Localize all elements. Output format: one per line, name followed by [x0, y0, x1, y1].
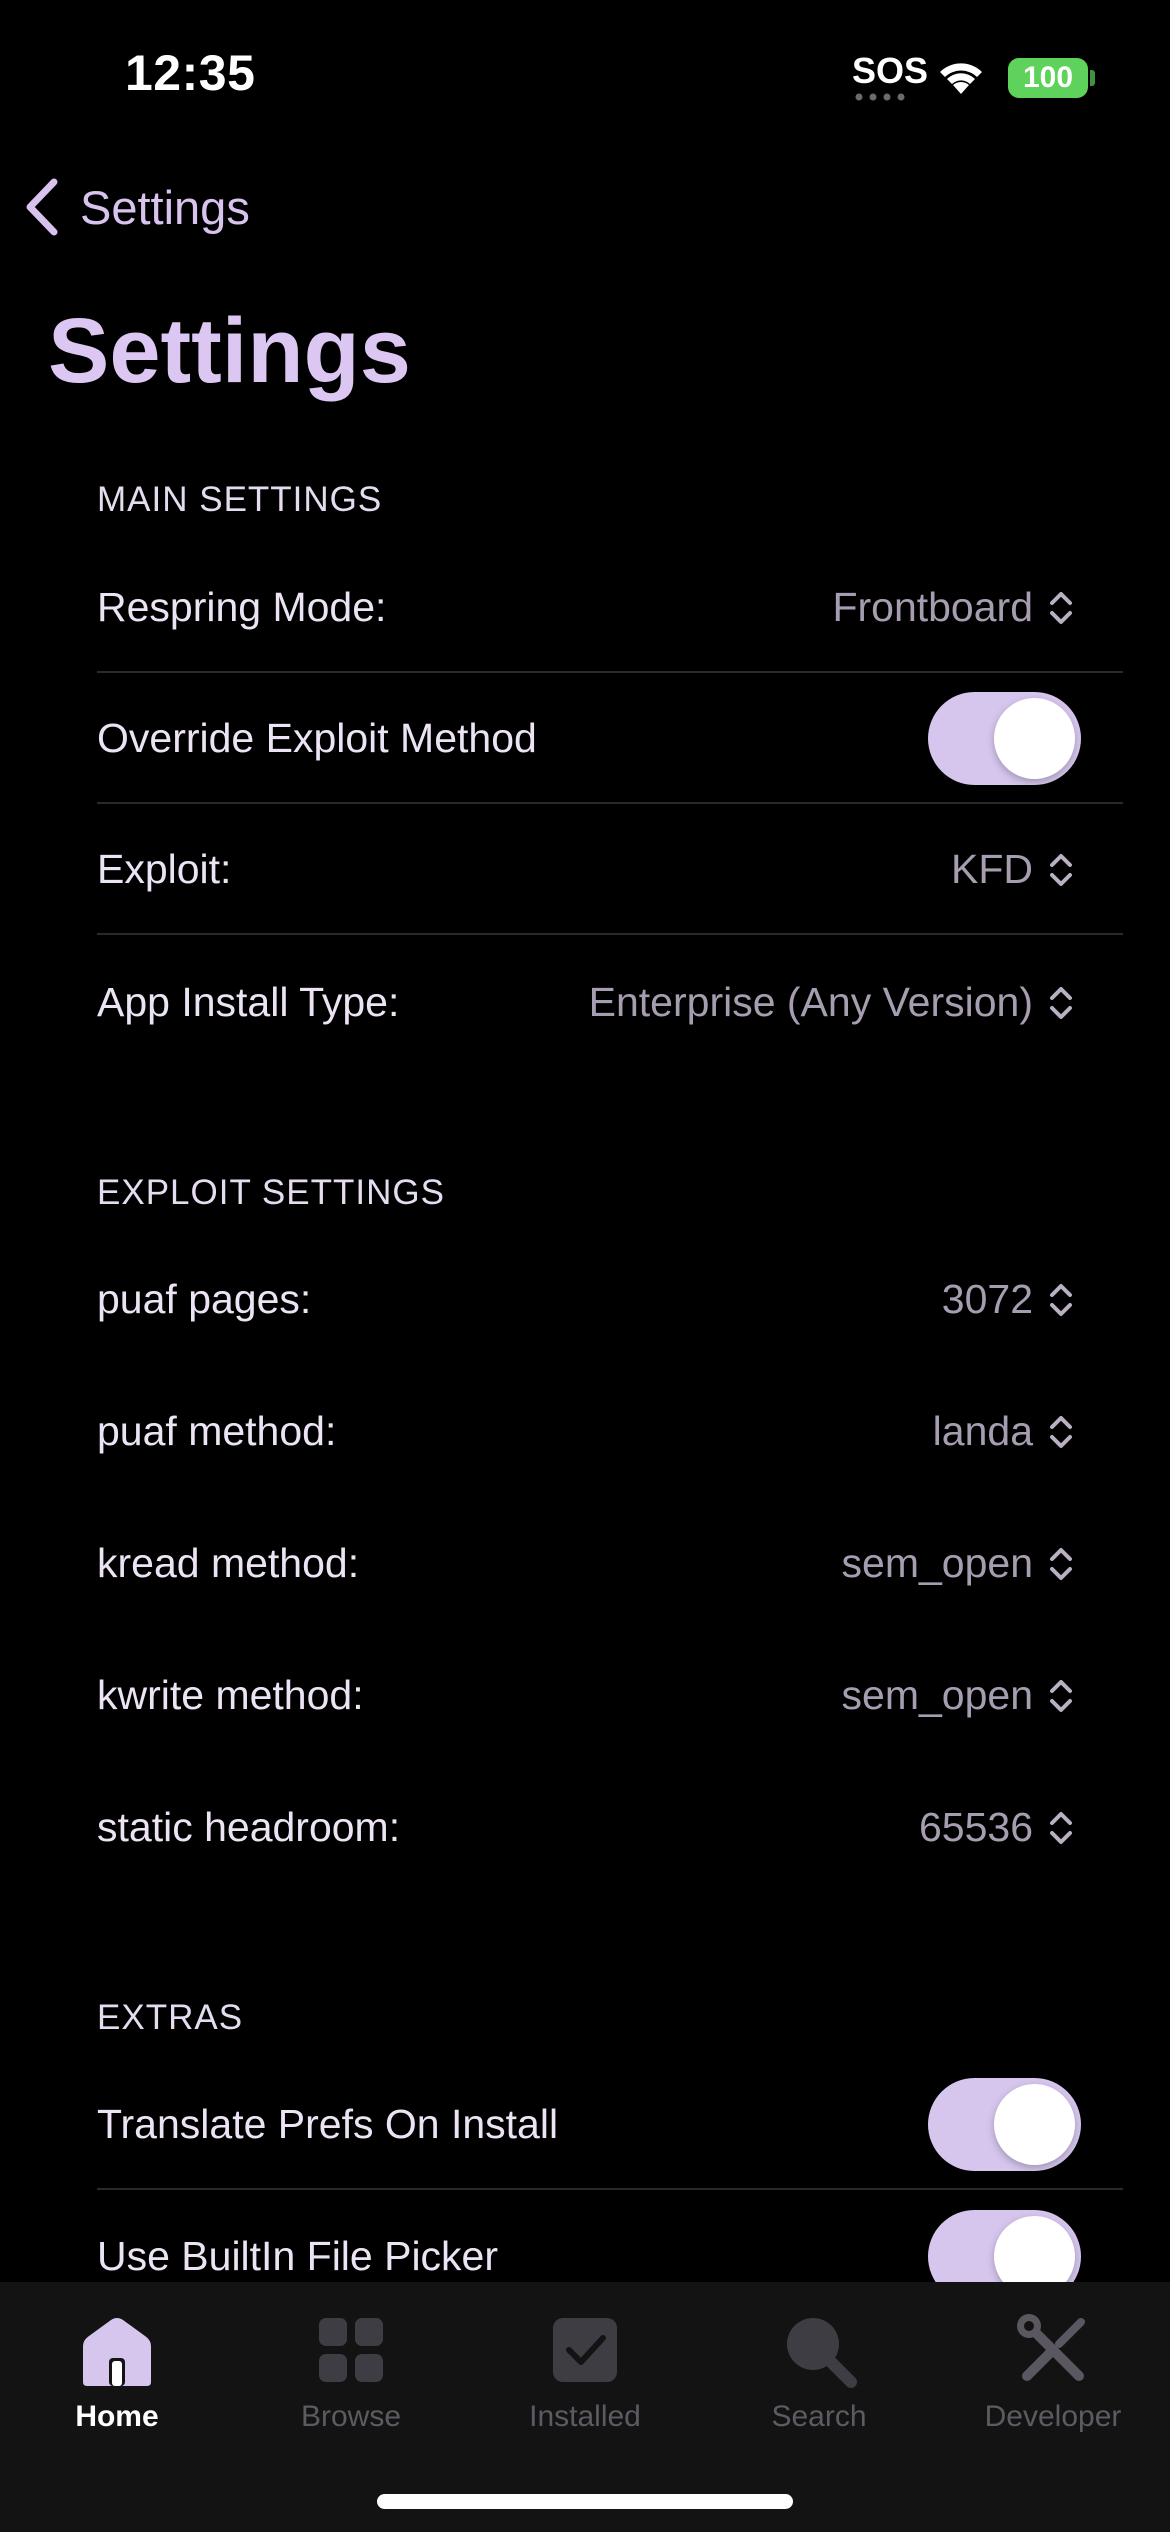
status-bar: 12:35 SOS 100 — [0, 0, 1170, 150]
chevron-up-down-icon — [1050, 1283, 1072, 1316]
respring-mode-label: Respring Mode: — [97, 584, 387, 630]
wifi-icon — [940, 63, 982, 94]
override-exploit-label: Override Exploit Method — [97, 715, 537, 761]
respring-mode-picker[interactable]: Frontboard — [832, 584, 1075, 631]
chevron-up-down-icon — [1050, 1547, 1072, 1580]
back-button[interactable]: Settings — [22, 172, 250, 242]
tab-installed[interactable]: Installed — [468, 2296, 702, 2456]
tab-search[interactable]: Search — [702, 2296, 936, 2456]
app-install-type-value: Enterprise (Any Version) — [588, 979, 1033, 1025]
puaf-method-label: puaf method: — [97, 1408, 337, 1454]
home-indicator — [377, 2494, 793, 2509]
kwrite-method-row[interactable]: kwrite method: sem_open — [97, 1630, 1123, 1761]
chevron-left-icon — [26, 178, 58, 236]
battery-cap — [1090, 70, 1095, 86]
chevron-up-down-icon — [1050, 1415, 1072, 1448]
checkmark-square-icon — [553, 2318, 617, 2382]
kwrite-method-value: sem_open — [841, 1672, 1033, 1718]
tab-browse-label: Browse — [300, 2400, 402, 2433]
exploit-value: KFD — [951, 846, 1033, 892]
static-headroom-label: static headroom: — [97, 1804, 401, 1850]
translate-prefs-toggle[interactable] — [928, 2078, 1081, 2171]
battery-icon: 100 — [1008, 58, 1088, 98]
kread-method-value: sem_open — [841, 1540, 1033, 1586]
kread-method-picker[interactable]: sem_open — [842, 1540, 1075, 1587]
tab-home-label: Home — [75, 2400, 159, 2433]
app-install-type-picker[interactable]: Enterprise (Any Version) — [589, 979, 1075, 1026]
puaf-pages-picker[interactable]: 3072 — [942, 1276, 1075, 1323]
tab-search-label: Search — [771, 2400, 867, 2433]
respring-mode-value: Frontboard — [832, 584, 1033, 630]
kwrite-method-picker[interactable]: sem_open — [842, 1672, 1075, 1719]
tab-browse[interactable]: Browse — [234, 2296, 468, 2456]
chevron-up-down-icon — [1050, 591, 1072, 624]
respring-mode-row[interactable]: Respring Mode: Frontboard — [97, 542, 1123, 673]
translate-prefs-row: Translate Prefs On Install — [97, 2059, 1123, 2190]
grid-icon — [319, 2318, 383, 2382]
section-header-exploit: EXPLOIT SETTINGS — [97, 1173, 445, 1212]
tab-developer-label: Developer — [984, 2400, 1122, 2433]
tab-developer[interactable]: Developer — [936, 2296, 1170, 2456]
toggle-knob — [994, 2084, 1075, 2165]
puaf-method-picker[interactable]: landa — [933, 1408, 1075, 1455]
puaf-method-row[interactable]: puaf method: landa — [97, 1366, 1123, 1497]
app-install-type-label: App Install Type: — [97, 979, 400, 1025]
tab-home[interactable]: Home — [0, 2296, 234, 2456]
app-install-type-row[interactable]: App Install Type: Enterprise (Any Versio… — [97, 937, 1123, 1068]
puaf-pages-row[interactable]: puaf pages: 3072 — [97, 1234, 1123, 1365]
override-exploit-toggle[interactable] — [928, 692, 1081, 785]
status-time: 12:35 — [125, 45, 256, 101]
chevron-up-down-icon — [1050, 1679, 1072, 1712]
chevron-up-down-icon — [1050, 1811, 1072, 1844]
page-title: Settings — [48, 300, 411, 402]
puaf-pages-label: puaf pages: — [97, 1276, 312, 1322]
puaf-method-value: landa — [932, 1408, 1033, 1454]
builtin-file-picker-label: Use BuiltIn File Picker — [97, 2233, 499, 2279]
wrench-screwdriver-icon — [1017, 2314, 1085, 2381]
sos-indicator: SOS — [852, 50, 929, 91]
kread-method-label: kread method: — [97, 1540, 360, 1586]
override-exploit-row: Override Exploit Method — [97, 673, 1123, 804]
section-header-main: MAIN SETTINGS — [97, 480, 383, 519]
chevron-up-down-icon — [1050, 986, 1072, 1019]
toggle-knob — [994, 698, 1075, 779]
kwrite-method-label: kwrite method: — [97, 1672, 364, 1718]
static-headroom-picker[interactable]: 65536 — [919, 1804, 1075, 1851]
static-headroom-row[interactable]: static headroom: 65536 — [97, 1762, 1123, 1893]
translate-prefs-label: Translate Prefs On Install — [97, 2101, 559, 2147]
house-icon — [83, 2318, 151, 2386]
exploit-row[interactable]: Exploit: KFD — [97, 804, 1123, 935]
tab-installed-label: Installed — [529, 2400, 641, 2433]
puaf-pages-value: 3072 — [941, 1276, 1033, 1322]
magnifier-icon — [787, 2318, 857, 2388]
exploit-picker[interactable]: KFD — [951, 846, 1075, 893]
back-button-label: Settings — [80, 180, 250, 234]
exploit-label: Exploit: — [97, 846, 232, 892]
kread-method-row[interactable]: kread method: sem_open — [97, 1498, 1123, 1629]
signal-dots-icon — [855, 93, 905, 101]
section-header-extras: EXTRAS — [97, 1998, 244, 2037]
chevron-up-down-icon — [1050, 853, 1072, 886]
static-headroom-value: 65536 — [918, 1804, 1033, 1850]
